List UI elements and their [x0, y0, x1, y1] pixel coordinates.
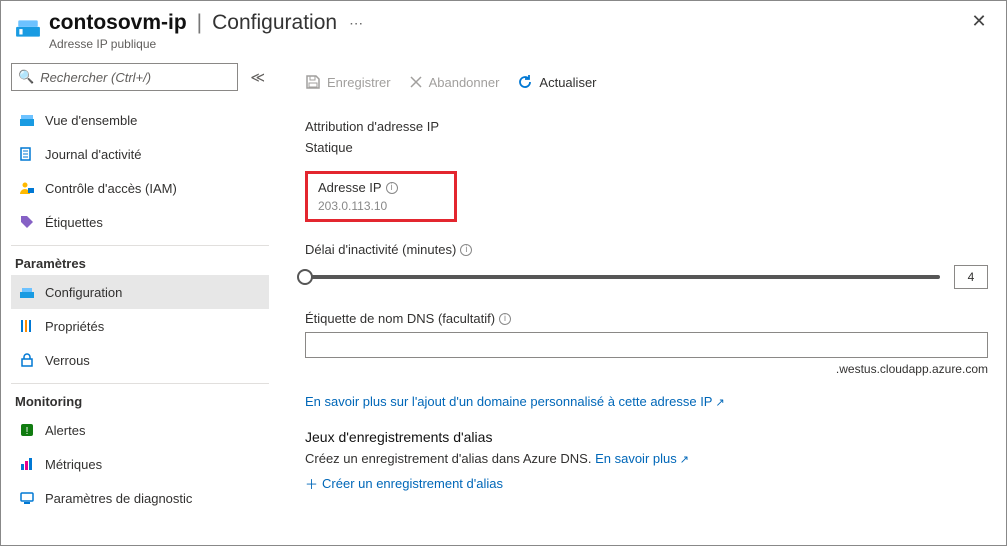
resource-type: Adresse IP publique: [49, 37, 966, 51]
sidebar: 🔍 Rechercher (Ctrl+/) ≪ Vue d'ensemble J…: [1, 57, 275, 545]
sidebar-item-label: Journal d'activité: [45, 147, 141, 162]
sidebar-item-tags[interactable]: Étiquettes: [11, 205, 269, 239]
sidebar-item-configuration[interactable]: Configuration: [11, 275, 269, 309]
title-separator: |: [197, 11, 202, 35]
sidebar-item-label: Métriques: [45, 457, 102, 472]
public-ip-icon: [15, 15, 39, 39]
alias-learn-more-link[interactable]: En savoir plus: [595, 451, 689, 466]
ip-assignment-value: Statique: [305, 140, 988, 155]
iam-icon: [19, 180, 35, 196]
ip-assignment-label: Attribution d'adresse IP: [305, 119, 988, 134]
create-alias-button[interactable]: ＋ Créer un enregistrement d'alias: [305, 474, 988, 493]
idle-timeout-slider[interactable]: [305, 275, 940, 279]
save-button[interactable]: Enregistrer: [305, 74, 391, 90]
refresh-button[interactable]: Actualiser: [517, 74, 596, 90]
create-alias-label: Créer un enregistrement d'alias: [322, 476, 503, 491]
save-icon: [305, 74, 321, 90]
plus-icon: ＋: [305, 474, 318, 493]
dns-label-input[interactable]: [305, 332, 988, 358]
overview-icon: [19, 112, 35, 128]
diagnostic-icon: [19, 490, 35, 506]
sidebar-item-label: Contrôle d'accès (IAM): [45, 181, 177, 196]
refresh-label: Actualiser: [539, 75, 596, 90]
ip-address-value: 203.0.113.10: [318, 199, 398, 213]
search-placeholder: Rechercher (Ctrl+/): [40, 70, 231, 85]
alerts-icon: !: [19, 422, 35, 438]
refresh-icon: [517, 74, 533, 90]
alias-desc-text: Créez un enregistrement d'alias dans Azu…: [305, 451, 595, 466]
discard-icon: [409, 75, 423, 89]
sidebar-item-label: Propriétés: [45, 319, 104, 334]
discard-label: Abandonner: [429, 75, 500, 90]
sidebar-group-parameters: Paramètres: [11, 245, 269, 275]
idle-timeout-label: Délai d'inactivité (minutes): [305, 242, 456, 257]
resource-name: contosovm-ip: [49, 11, 187, 35]
discard-button[interactable]: Abandonner: [409, 75, 500, 90]
lock-icon: [19, 352, 35, 368]
slider-thumb-icon[interactable]: [297, 269, 313, 285]
sidebar-item-label: Étiquettes: [45, 215, 103, 230]
sidebar-group-monitoring: Monitoring: [11, 383, 269, 413]
sidebar-item-locks[interactable]: Verrous: [11, 343, 269, 377]
configuration-icon: [19, 284, 35, 300]
custom-domain-link[interactable]: En savoir plus sur l'ajout d'un domaine …: [305, 394, 725, 409]
properties-icon: [19, 318, 35, 334]
save-label: Enregistrer: [327, 75, 391, 90]
activity-log-icon: [19, 146, 35, 162]
page-title: Configuration: [212, 11, 337, 35]
sidebar-item-properties[interactable]: Propriétés: [11, 309, 269, 343]
sidebar-item-alerts[interactable]: ! Alertes: [11, 413, 269, 447]
more-menu-icon[interactable]: ⋯: [345, 15, 367, 32]
dns-suffix: .westus.cloudapp.azure.com: [305, 362, 988, 376]
main-pane: Enregistrer Abandonner Actualiser Attrib…: [275, 57, 1006, 545]
sidebar-item-label: Verrous: [45, 353, 90, 368]
idle-timeout-value[interactable]: 4: [954, 265, 988, 289]
ip-address-label: Adresse IP: [318, 180, 382, 195]
info-icon[interactable]: i: [386, 182, 398, 194]
alias-recordsets-title: Jeux d'enregistrements d'alias: [305, 429, 988, 445]
sidebar-item-activity-log[interactable]: Journal d'activité: [11, 137, 269, 171]
sidebar-item-diagnostic-settings[interactable]: Paramètres de diagnostic: [11, 481, 269, 515]
toolbar: Enregistrer Abandonner Actualiser: [305, 63, 988, 101]
dns-label-label: Étiquette de nom DNS (facultatif): [305, 311, 495, 326]
metrics-icon: [19, 456, 35, 472]
svg-text:!: !: [26, 426, 29, 437]
info-icon[interactable]: i: [499, 313, 511, 325]
sidebar-item-label: Alertes: [45, 423, 85, 438]
search-input[interactable]: 🔍 Rechercher (Ctrl+/): [11, 63, 238, 91]
sidebar-item-overview[interactable]: Vue d'ensemble: [11, 103, 269, 137]
sidebar-item-metrics[interactable]: Métriques: [11, 447, 269, 481]
sidebar-item-iam[interactable]: Contrôle d'accès (IAM): [11, 171, 269, 205]
sidebar-item-label: Vue d'ensemble: [45, 113, 137, 128]
collapse-sidebar-button[interactable]: ≪: [246, 67, 269, 88]
ip-address-highlight: Adresse IP i 203.0.113.10: [305, 171, 457, 222]
tag-icon: [19, 214, 35, 230]
sidebar-item-label: Paramètres de diagnostic: [45, 491, 192, 506]
search-icon: 🔍: [18, 69, 34, 85]
close-button[interactable]: ✕: [966, 11, 992, 32]
info-icon[interactable]: i: [460, 244, 472, 256]
sidebar-item-label: Configuration: [45, 285, 122, 300]
